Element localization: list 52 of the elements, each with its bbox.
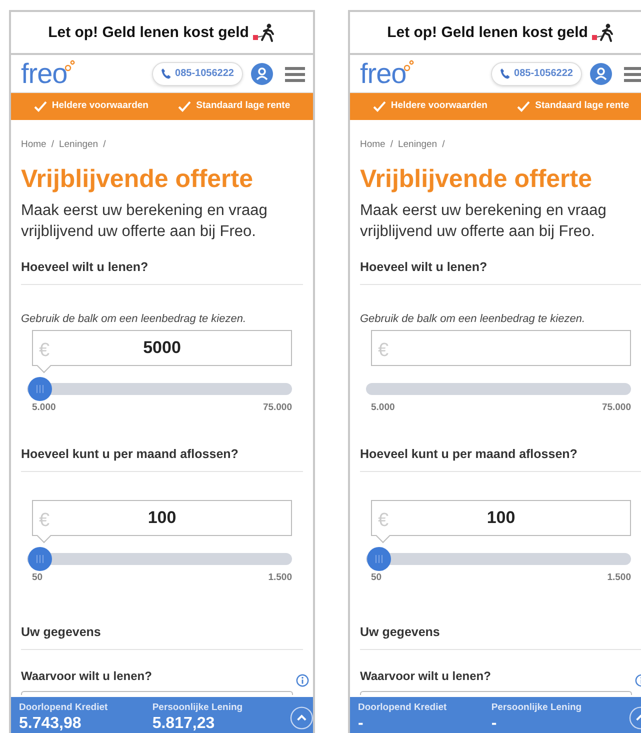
result-label: Doorlopend Krediet: [358, 702, 448, 714]
breadcrumb-separator: /: [442, 138, 445, 152]
breadcrumb-link[interactable]: Leningen: [58, 138, 98, 152]
slider-max-label: 1.500: [607, 570, 631, 584]
slider-min-label: 50: [371, 570, 382, 584]
currency-sign: €: [378, 338, 389, 362]
result-value: 5.817,23: [152, 714, 216, 733]
result-label: Persoonlijke Lening: [152, 702, 244, 714]
slider-max-label: 1.500: [268, 570, 292, 584]
intro-text: Maak eerst uw berekening en vraag vrijblijvend uw offerte aan bij Freo.: [360, 201, 608, 242]
freo-logo[interactable]: freo: [21, 60, 76, 88]
hint-text: Gebruik de balk om een leenbedrag te kiezen.: [360, 312, 586, 327]
result-label: Persoonlijke Lening: [491, 702, 583, 714]
slider-min-label: 5.000: [32, 400, 56, 414]
field-label: Waarvoor wilt u lenen?: [21, 668, 152, 684]
warning-banner-text: Let op! Geld lenen kost geld: [48, 23, 249, 44]
slider-max-label: 75.000: [262, 400, 292, 414]
section-heading: Uw gegevens: [21, 622, 303, 650]
result-value: -: [491, 714, 498, 733]
hint-text: Gebruik de balk om een leenbedrag te kiezen.: [21, 312, 248, 327]
currency-sign: €: [39, 338, 50, 362]
slider-min-label: 50: [32, 570, 43, 584]
question-heading: Hoeveel wilt u lenen?: [21, 258, 303, 285]
page-title: Vrijblijvende offerte: [360, 164, 594, 194]
warning-banner-text: Let op! Geld lenen kost geld: [387, 23, 588, 44]
breadcrumb-link[interactable]: Home: [21, 138, 46, 152]
slider-max-label: 75.000: [602, 400, 631, 414]
question-heading: Hoeveel kunt u per maand aflossen?: [21, 444, 303, 472]
breadcrumb-separator: /: [390, 138, 393, 152]
breadcrumb-link[interactable]: Home: [360, 138, 386, 152]
currency-sign: €: [39, 508, 50, 532]
usp-text: Standaard lage rente: [535, 99, 630, 114]
question-heading: Hoeveel kunt u per maand aflossen?: [360, 444, 641, 472]
breadcrumb-link[interactable]: Leningen: [398, 138, 438, 152]
breadcrumb-separator: /: [103, 138, 106, 152]
slider-min-label: 5.000: [371, 400, 395, 414]
page-title: Vrijblijvende offerte: [21, 164, 254, 194]
field-label: Waarvoor wilt u lenen?: [360, 668, 491, 684]
breadcrumb-separator: /: [51, 138, 54, 152]
section-heading: Uw gegevens: [360, 622, 641, 650]
result-value: 5.743,98: [19, 714, 82, 733]
phone-button[interactable]: 085-1056222: [152, 62, 243, 86]
question-heading: Hoeveel wilt u lenen?: [360, 258, 641, 285]
currency-sign: €: [378, 508, 389, 532]
usp-text: Standaard lage rente: [196, 99, 290, 114]
usp-text: Heldere voorwaarden: [390, 99, 488, 114]
result-value: -: [358, 714, 364, 733]
usp-text: Heldere voorwaarden: [52, 99, 148, 114]
intro-text: Maak eerst uw berekening en vraag vrijblijvend uw offerte aan bij Freo.: [21, 201, 268, 242]
result-label: Doorlopend Krediet: [19, 702, 109, 714]
phone-button[interactable]: 085-1056222: [491, 62, 582, 86]
freo-logo[interactable]: freo: [360, 60, 414, 88]
